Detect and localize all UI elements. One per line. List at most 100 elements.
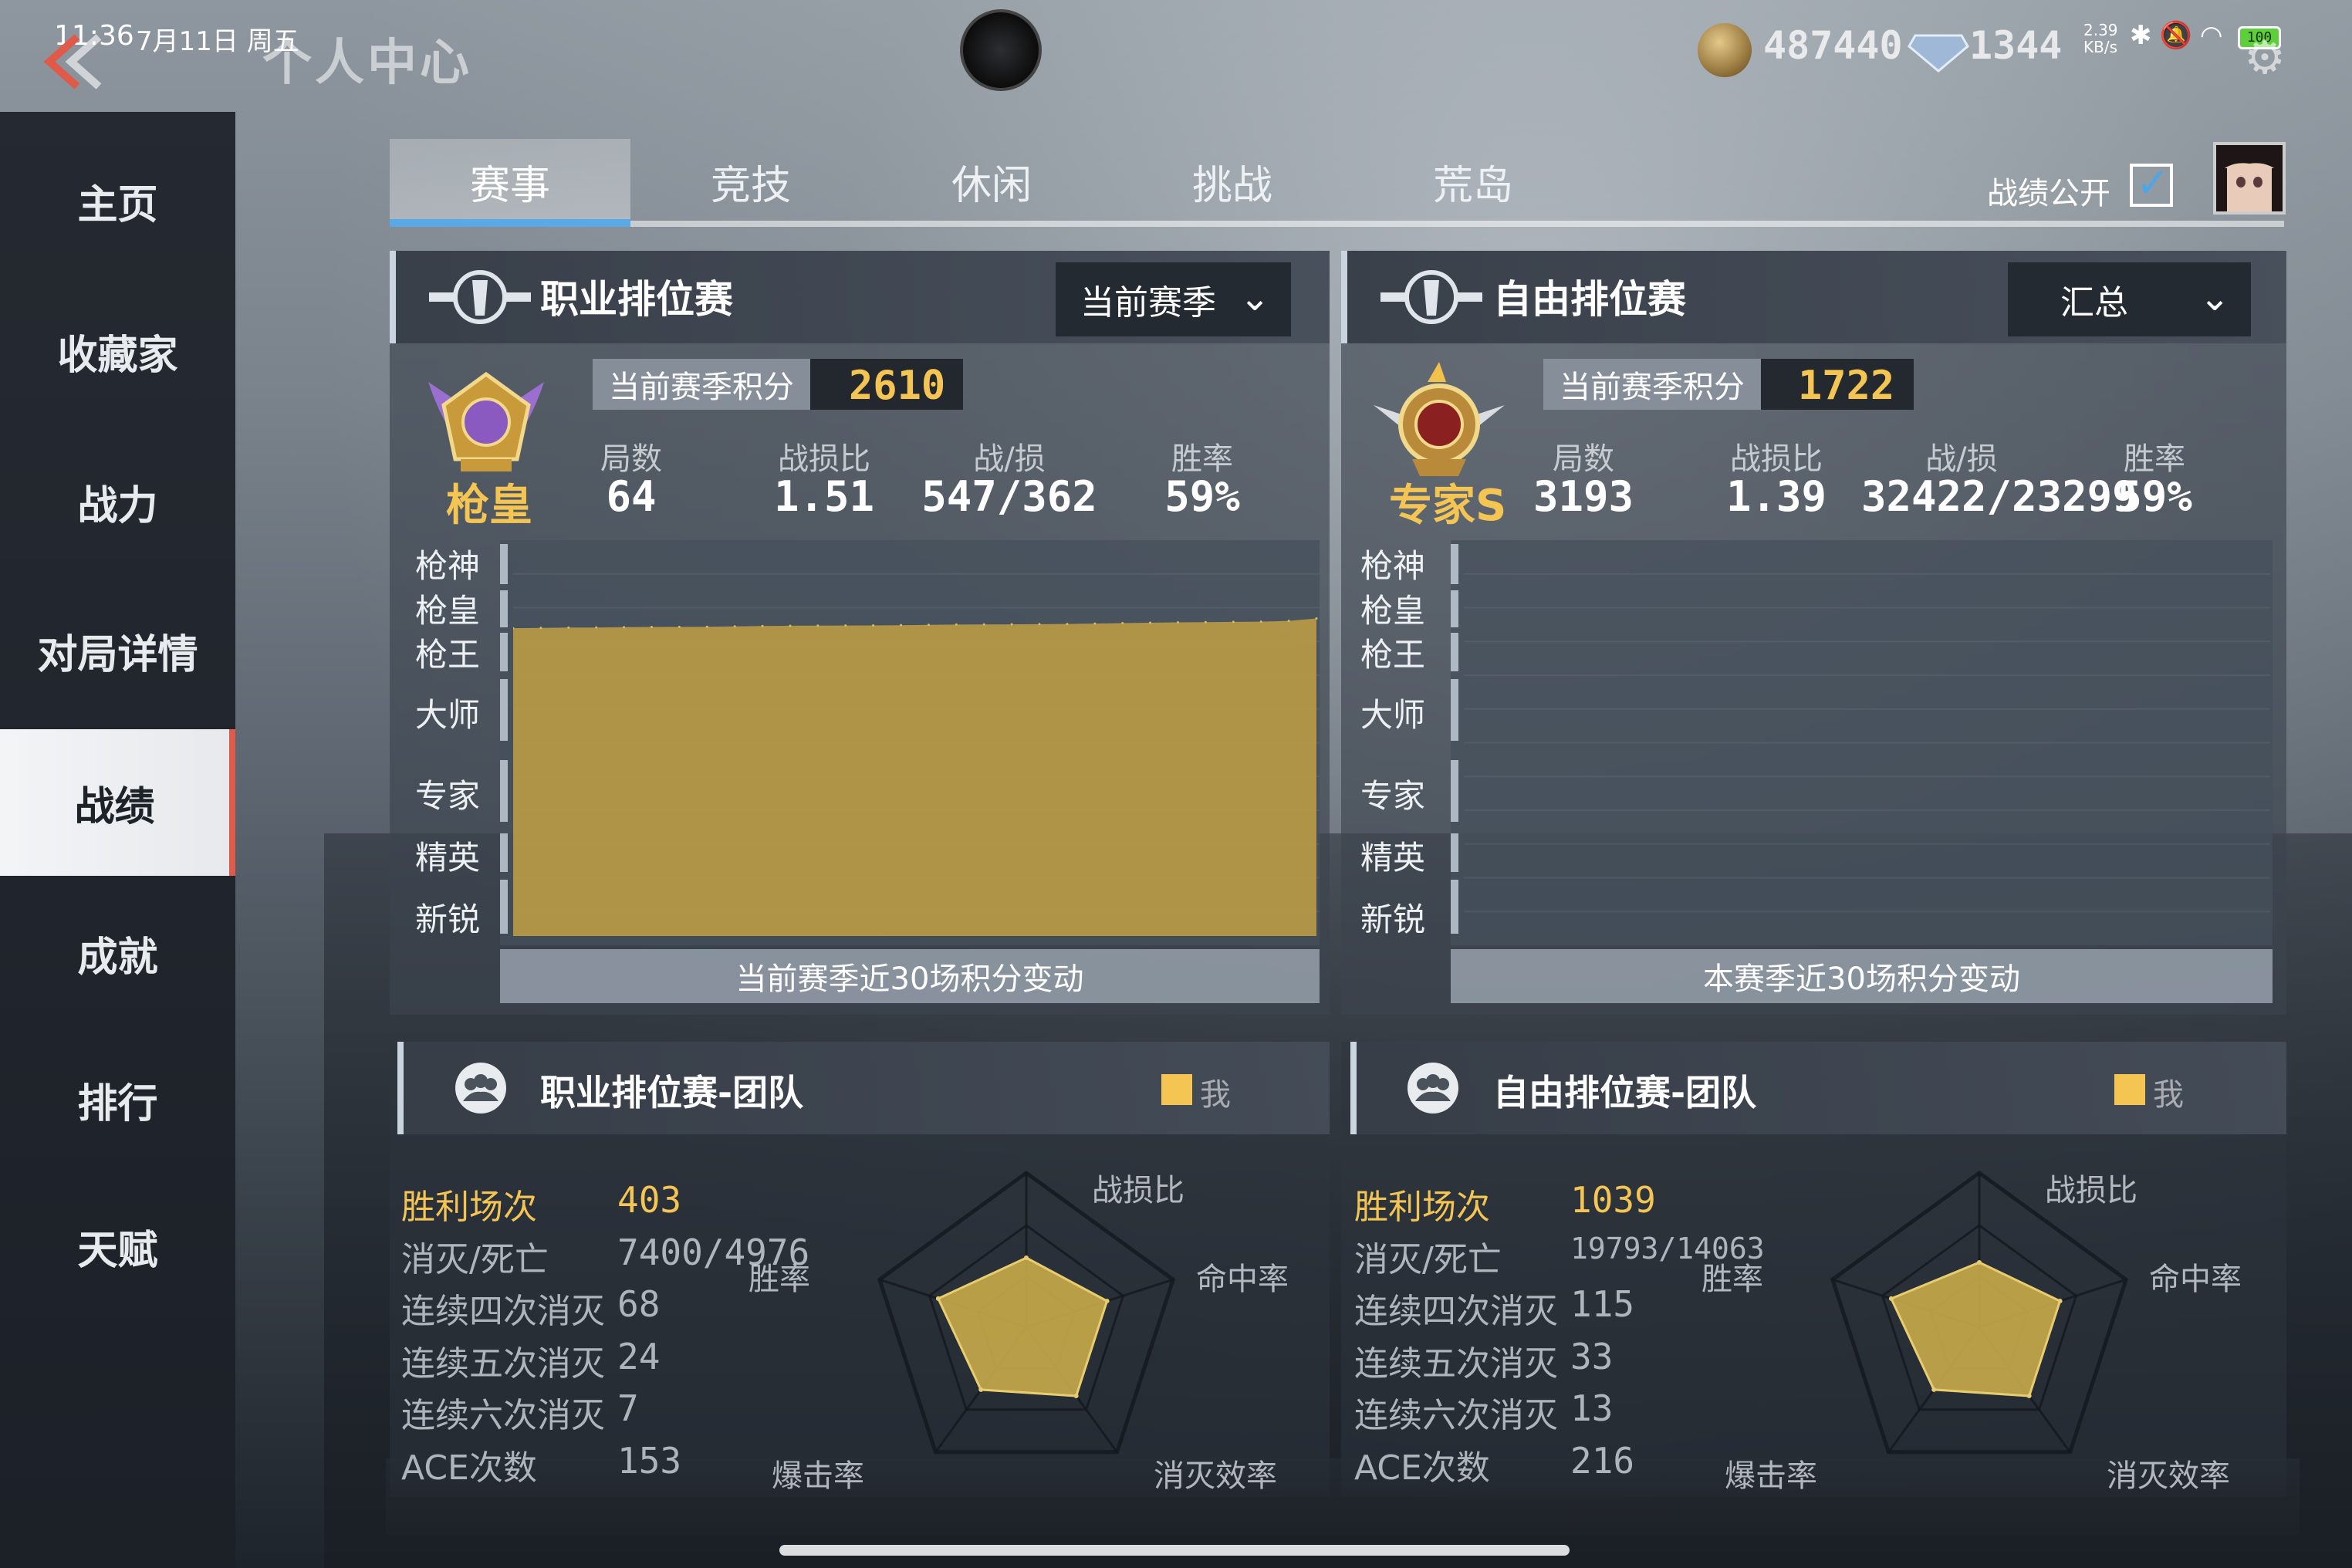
back-icon[interactable] bbox=[39, 31, 108, 93]
pro-axis-tick-1 bbox=[500, 590, 508, 627]
free-radar-area bbox=[1889, 1261, 2062, 1397]
free-axis-tick-0 bbox=[1451, 544, 1458, 584]
pro_team-radar-label-4: 胜率 bbox=[749, 1262, 810, 1297]
pro-score-area bbox=[513, 618, 1316, 936]
pro-score-point-8 bbox=[733, 625, 736, 628]
wifi-icon: ◠ bbox=[2199, 20, 2231, 51]
pro-score-point-23 bbox=[1149, 621, 1152, 624]
free-axis-label-2: 枪王 bbox=[1360, 636, 1425, 674]
pro_ranked-stat-value-3: 59% bbox=[1164, 472, 1240, 521]
ranked-emblem-icon bbox=[1380, 270, 1482, 324]
pro-score-point-20 bbox=[1066, 623, 1069, 626]
check-icon: ✓ bbox=[2136, 161, 2170, 207]
free_team-radar-label-2: 消灭效率 bbox=[2107, 1458, 2230, 1494]
pro-score-point-10 bbox=[789, 624, 792, 627]
sidebar-item-3[interactable]: 对局详情 bbox=[0, 577, 235, 724]
sidebar-item-0[interactable]: 主页 bbox=[0, 127, 235, 274]
free-axis-tick-5 bbox=[1451, 833, 1458, 872]
free_team-stat-value-0: 1039 bbox=[1570, 1179, 1656, 1221]
pro-axis-tick-2 bbox=[500, 633, 508, 671]
tab-0[interactable]: 赛事 bbox=[390, 139, 630, 224]
free_ranked-stat-value-0: 3193 bbox=[1533, 472, 1634, 521]
pro-score-point-21 bbox=[1093, 622, 1097, 625]
free_team-stat-label-5: ACE次数 bbox=[1354, 1448, 1490, 1488]
pro_team-radar-label-3: 爆击率 bbox=[772, 1458, 864, 1494]
pro-score-point-19 bbox=[1038, 623, 1041, 626]
pro-axis-tick-3 bbox=[500, 679, 508, 741]
pro-score-point-22 bbox=[1121, 621, 1124, 624]
free_team-stat-value-4: 13 bbox=[1570, 1387, 1614, 1429]
team-icon bbox=[455, 1063, 506, 1113]
pro-score-point-3 bbox=[595, 626, 598, 629]
free-score-label: 当前赛季积分 bbox=[1543, 359, 1761, 410]
free_team-stat-label-4: 连续六次消灭 bbox=[1354, 1396, 1558, 1435]
free-axis-label-0: 枪神 bbox=[1360, 547, 1425, 585]
page-title: 个人中心 bbox=[262, 35, 472, 92]
chevron-down-icon: ⌄ bbox=[2199, 276, 2231, 319]
free-axis-tick-6 bbox=[1451, 880, 1458, 934]
pro_team-stat-value-3: 24 bbox=[617, 1336, 661, 1377]
pro_ranked-stat-value-1: 1.51 bbox=[773, 472, 875, 521]
pro_ranked-stat-value-0: 64 bbox=[606, 472, 657, 521]
pro-season-dropdown-label: 当前赛季 bbox=[1080, 283, 1216, 323]
pro-radar-point-4 bbox=[935, 1296, 941, 1301]
tab-active-underline bbox=[390, 219, 630, 227]
pro_team-stat-value-4: 7 bbox=[617, 1387, 639, 1429]
pro-axis-tick-4 bbox=[500, 760, 508, 822]
mute-icon: 🔕 bbox=[2159, 20, 2200, 51]
free_team-radar-label-3: 爆击率 bbox=[1725, 1458, 1817, 1494]
free-axis-label-6: 新锐 bbox=[1360, 901, 1425, 938]
status-icons: ✱🔕◠ bbox=[2130, 20, 2231, 51]
free-summary-dropdown[interactable]: 汇总 ⌄ bbox=[2008, 262, 2251, 336]
pro_team-radar-label-1: 命中率 bbox=[1196, 1262, 1289, 1297]
pro-ranked-title: 职业排位赛 bbox=[540, 277, 733, 322]
tab-4[interactable]: 荒岛 bbox=[1353, 139, 1593, 224]
gear-icon[interactable]: ⚙ bbox=[2238, 31, 2292, 85]
pro_team-stat-label-1: 消灭/死亡 bbox=[401, 1240, 549, 1279]
free-radar-point-4 bbox=[1888, 1296, 1894, 1301]
pro-season-dropdown[interactable]: 当前赛季 ⌄ bbox=[1056, 262, 1291, 336]
free_ranked-stat-value-3: 59% bbox=[2117, 472, 2192, 521]
free-radar-point-1 bbox=[2057, 1299, 2063, 1304]
sidebar-item-2[interactable]: 战力 bbox=[0, 428, 235, 575]
pro-score-point-16 bbox=[955, 623, 958, 626]
sidebar-item-4[interactable]: 战绩 bbox=[0, 729, 235, 876]
pro-score-point-28 bbox=[1287, 620, 1290, 623]
pro-axis-tick-0 bbox=[500, 544, 508, 584]
pro-score-point-2 bbox=[567, 626, 570, 629]
pro-score-point-7 bbox=[705, 625, 708, 628]
pro_team-stat-label-4: 连续六次消灭 bbox=[401, 1396, 605, 1435]
pro-axis-label-6: 新锐 bbox=[414, 901, 480, 938]
pro-score-point-11 bbox=[816, 624, 819, 627]
sidebar-item-7[interactable]: 天赋 bbox=[0, 1173, 235, 1320]
home-indicator[interactable] bbox=[779, 1545, 1570, 1556]
tab-2[interactable]: 休闲 bbox=[871, 139, 1112, 224]
free-axis-tick-1 bbox=[1451, 590, 1458, 627]
pro-score-point-5 bbox=[650, 626, 653, 629]
pro-score-point-25 bbox=[1204, 620, 1207, 623]
net-speed: 2.39 KB/s bbox=[2083, 21, 2118, 56]
pro-score-value: 2610 bbox=[849, 363, 946, 409]
pro_team-stat-label-5: ACE次数 bbox=[401, 1448, 537, 1488]
free_team-radar-label-4: 胜率 bbox=[1701, 1262, 1763, 1297]
sidebar-item-6[interactable]: 排行 bbox=[0, 1026, 235, 1173]
free-radar-point-0 bbox=[1977, 1260, 1982, 1265]
sidebar-item-1[interactable]: 收藏家 bbox=[0, 278, 235, 424]
tab-3[interactable]: 挑战 bbox=[1112, 139, 1353, 224]
avatar[interactable] bbox=[2213, 142, 2286, 215]
sidebar-item-5[interactable]: 成就 bbox=[0, 880, 235, 1026]
avatar-portrait bbox=[2216, 145, 2283, 211]
pro-axis-label-3: 大师 bbox=[414, 696, 480, 734]
legend-swatch-me bbox=[1161, 1074, 1192, 1105]
pro-score-chart bbox=[513, 573, 1320, 936]
pro-score-point-12 bbox=[844, 624, 847, 627]
tab-1[interactable]: 竞技 bbox=[630, 139, 871, 224]
free-team-header bbox=[1350, 1042, 2286, 1134]
team-icon bbox=[1407, 1063, 1458, 1113]
pro_team-radar-label-0: 战损比 bbox=[1092, 1173, 1184, 1208]
camera-cutout bbox=[960, 9, 1042, 91]
pro-chart-footer: 当前赛季近30场积分变动 bbox=[500, 949, 1320, 1003]
pro_team-radar-label-2: 消灭效率 bbox=[1154, 1458, 1277, 1494]
pro-radar-point-3 bbox=[978, 1387, 984, 1392]
free-axis-tick-4 bbox=[1451, 760, 1458, 822]
